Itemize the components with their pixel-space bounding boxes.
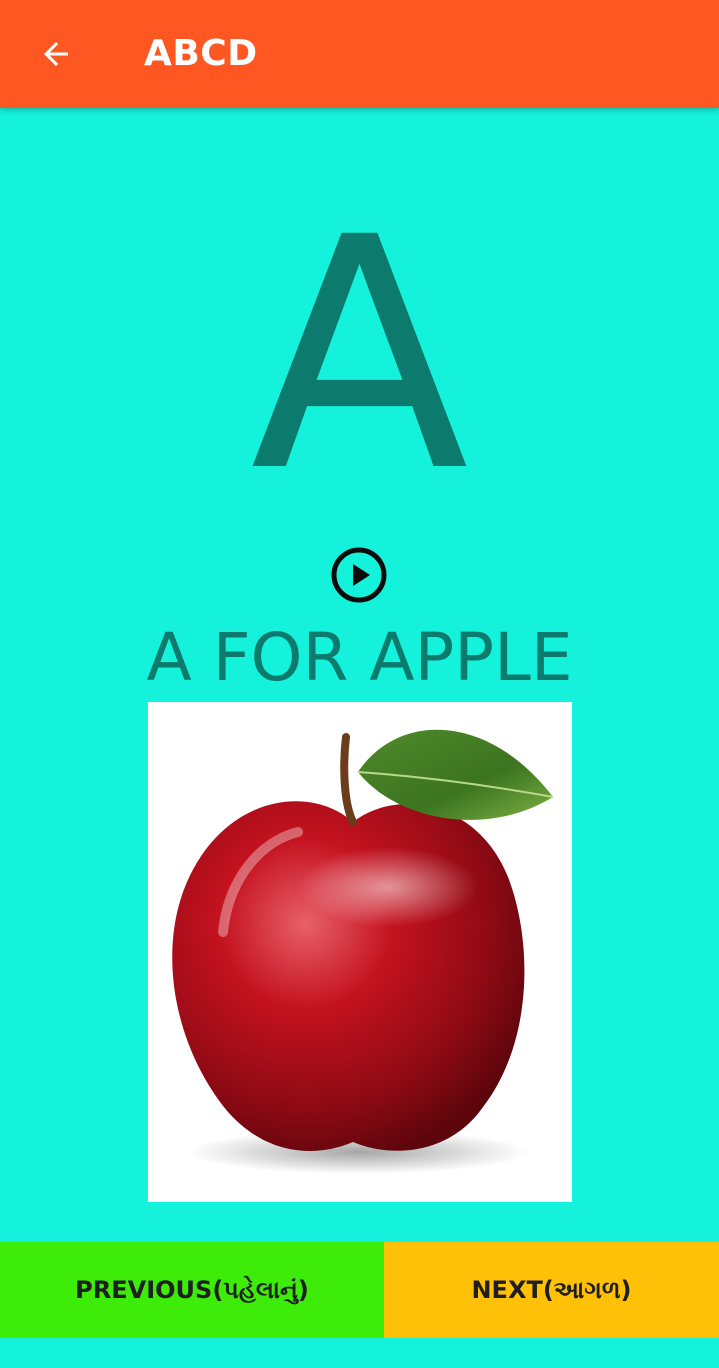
play-audio-button[interactable] xyxy=(328,544,390,606)
back-button[interactable] xyxy=(20,18,92,90)
previous-button[interactable]: PREVIOUS(પહેલાનું) xyxy=(0,1242,384,1338)
apple-image xyxy=(148,702,572,1202)
letter-display: A xyxy=(250,170,469,542)
play-circle-icon xyxy=(331,547,387,603)
app-bar: ABCD xyxy=(0,0,719,108)
apple-illustration xyxy=(172,729,554,1174)
word-label: A FOR APPLE xyxy=(146,619,573,696)
next-button[interactable]: NEXT(આગળ) xyxy=(384,1242,719,1338)
arrow-left-icon xyxy=(44,42,68,66)
page-title: ABCD xyxy=(144,33,258,74)
